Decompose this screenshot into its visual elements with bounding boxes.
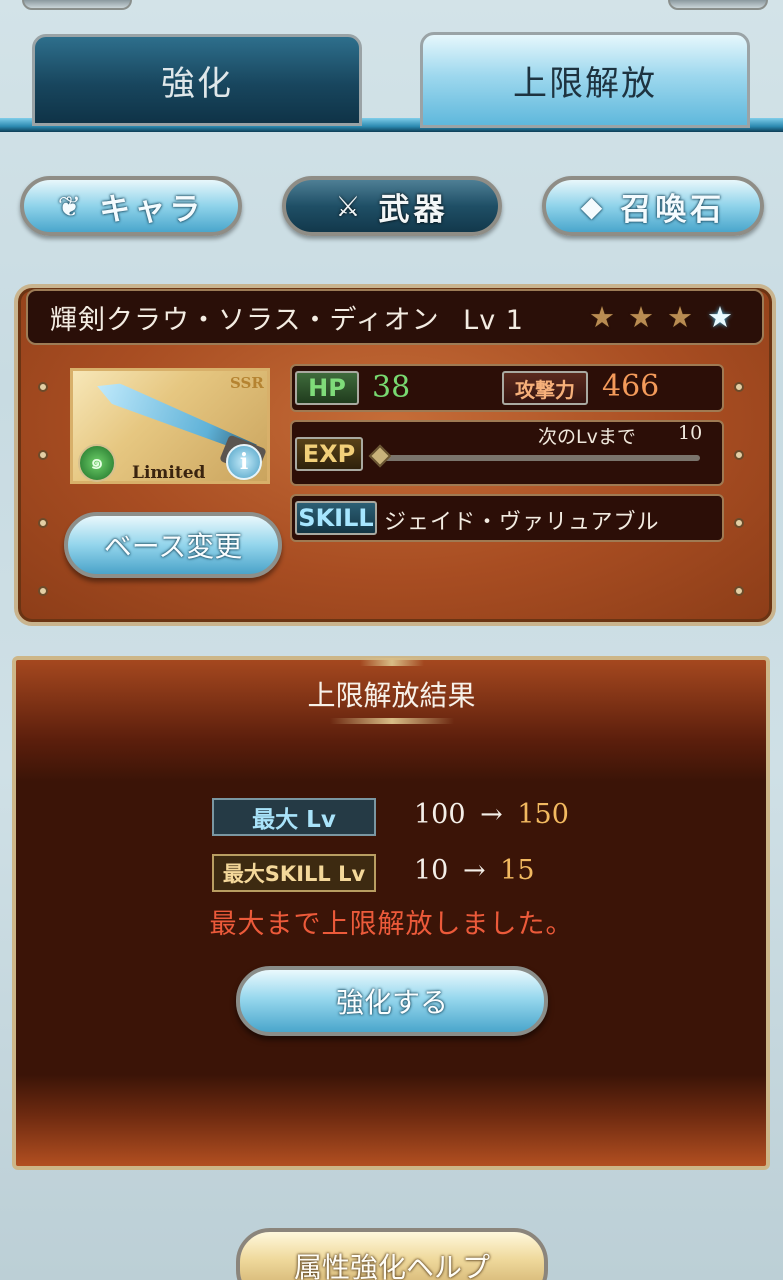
crystal-icon: ◆ <box>580 189 607 223</box>
next-level-value: 10 <box>678 422 703 444</box>
max-skill-level-label: 最大SKILL Lv <box>212 854 376 892</box>
max-level-before: 100 <box>414 799 466 830</box>
rivet <box>734 382 744 392</box>
rivet <box>38 518 48 528</box>
hp-label: HP <box>295 371 359 405</box>
top-decoration-left <box>22 0 132 10</box>
weapon-name-line: 輝剣クラウ・ソラス・ディオン Lv 1 <box>50 298 524 337</box>
rivet <box>38 586 48 596</box>
category-weapon-button[interactable]: ⚔ 武器 <box>282 176 502 236</box>
max-skill-level-change: 10 → 15 <box>414 855 535 886</box>
max-skill-before: 10 <box>414 855 449 886</box>
max-level-label: 最大 Lv <box>212 798 376 836</box>
enhance-button[interactable]: 強化する <box>236 966 548 1036</box>
exp-bar-track <box>380 455 700 461</box>
info-icon[interactable]: i <box>226 444 262 480</box>
wind-element-icon: ๑ <box>78 444 116 482</box>
result-title: 上限解放結果 <box>307 679 476 712</box>
base-change-button[interactable]: ベース変更 <box>64 512 282 578</box>
arrow-icon: → <box>480 799 503 830</box>
next-level-label: 次のLvまで <box>538 426 636 448</box>
rivet <box>734 450 744 460</box>
crossed-swords-icon: ⚔ <box>335 189 365 223</box>
top-decoration-right <box>668 0 768 10</box>
rank-star-2: ★ <box>628 300 654 334</box>
category-chara-button[interactable]: ❦ キャラ <box>20 176 242 236</box>
skill-name: ジェイド・ヴァリュアブル <box>384 510 660 535</box>
attack-value: 466 <box>602 369 660 404</box>
max-skill-after: 15 <box>500 855 535 886</box>
tab-enhance[interactable]: 強化 <box>32 34 362 126</box>
rank-star-1: ★ <box>589 300 615 334</box>
rivet <box>734 518 744 528</box>
rivet <box>38 382 48 392</box>
arrow-icon: → <box>462 855 486 886</box>
max-level-change: 100 → 150 <box>414 799 569 830</box>
rank-star-4: ★ <box>707 300 733 334</box>
category-chara-label: キャラ <box>99 191 205 228</box>
character-icon: ❦ <box>57 189 86 223</box>
category-summon-label: 召喚石 <box>620 191 726 228</box>
element-enhance-help-button[interactable]: 属性強化ヘルプ <box>236 1228 548 1280</box>
rank-star-3: ★ <box>667 300 693 334</box>
attack-label: 攻撃力 <box>502 371 588 405</box>
limited-label: Limited <box>132 463 206 483</box>
exp-label: EXP <box>295 437 363 471</box>
weapon-name: 輝剣クラウ・ソラス・ディオン <box>50 305 440 336</box>
max-limit-break-message: 最大まで上限解放しました。 <box>209 909 574 940</box>
title-ornament <box>360 658 424 666</box>
weapon-level: Lv 1 <box>463 305 524 336</box>
rarity-badge: SSR <box>230 374 264 392</box>
category-weapon-label: 武器 <box>378 191 449 228</box>
max-level-after: 150 <box>517 799 569 830</box>
hp-value: 38 <box>372 370 411 405</box>
rivet <box>38 450 48 460</box>
category-summon-button[interactable]: ◆ 召喚石 <box>542 176 764 236</box>
title-ornament <box>330 718 454 724</box>
rivet <box>734 586 744 596</box>
skill-label: SKILL <box>295 501 377 535</box>
tab-limit-break[interactable]: 上限解放 <box>420 32 750 128</box>
